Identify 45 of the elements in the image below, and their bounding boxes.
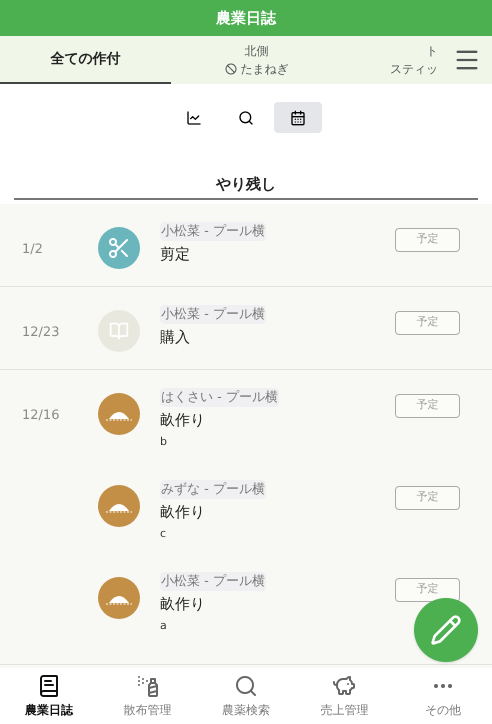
crop-label: みずな - プール横: [160, 480, 266, 499]
nav-item[interactable]: 農薬検索: [196, 668, 296, 724]
scissors-icon: [98, 226, 140, 268]
date-label: 12/16: [22, 408, 60, 422]
calendar-icon: [290, 110, 306, 126]
tab[interactable]: ト スティッ: [342, 36, 442, 84]
tab[interactable]: 全ての作付: [0, 36, 171, 84]
view-toggle[interactable]: [274, 102, 322, 133]
task-name: 購入: [160, 327, 191, 348]
ban-icon: [224, 63, 236, 75]
crop-label: 小松菜 - プール横: [160, 304, 266, 324]
ridge-icon: [98, 576, 140, 618]
task-name: 畝作り: [160, 502, 206, 523]
more-icon: [434, 684, 452, 688]
task-name: 剪定: [160, 244, 191, 265]
status-button[interactable]: 予定: [395, 486, 460, 510]
nav-item[interactable]: 売上管理: [295, 668, 394, 724]
task-note: b: [160, 434, 168, 450]
ridge-icon: [98, 392, 140, 434]
section-title: やり残し: [216, 174, 276, 195]
search-icon: [238, 110, 254, 126]
status-button[interactable]: 予定: [395, 310, 460, 334]
status-button[interactable]: 予定: [395, 394, 460, 418]
book-icon: [98, 310, 140, 352]
status-button[interactable]: 予定: [395, 578, 460, 602]
crop-label: 小松菜 - プール横: [160, 572, 266, 591]
nav-item[interactable]: 農業日誌: [0, 668, 98, 724]
task-note: a: [160, 618, 168, 634]
crop-label: はくさい - プール横: [160, 388, 279, 407]
date-label: 12/23: [22, 324, 60, 340]
date-label: 1/2: [22, 242, 43, 256]
task-name: 畝作り: [160, 594, 206, 615]
task-note: c: [160, 526, 168, 542]
search-icon: [234, 674, 258, 698]
chart-icon: [186, 110, 202, 126]
pencil-icon: [430, 614, 462, 646]
piggy-bank-icon: [332, 674, 356, 698]
spray-icon: [136, 674, 160, 698]
ridge-icon: [98, 484, 140, 526]
status-button[interactable]: 予定: [395, 228, 460, 252]
crop-label: 小松菜 - プール横: [160, 222, 266, 241]
header-title: 農業日誌: [216, 8, 276, 29]
nav-item[interactable]: 散布管理: [98, 668, 197, 724]
nav-item[interactable]: その他: [394, 668, 492, 724]
task-name: 畝作り: [160, 410, 206, 431]
